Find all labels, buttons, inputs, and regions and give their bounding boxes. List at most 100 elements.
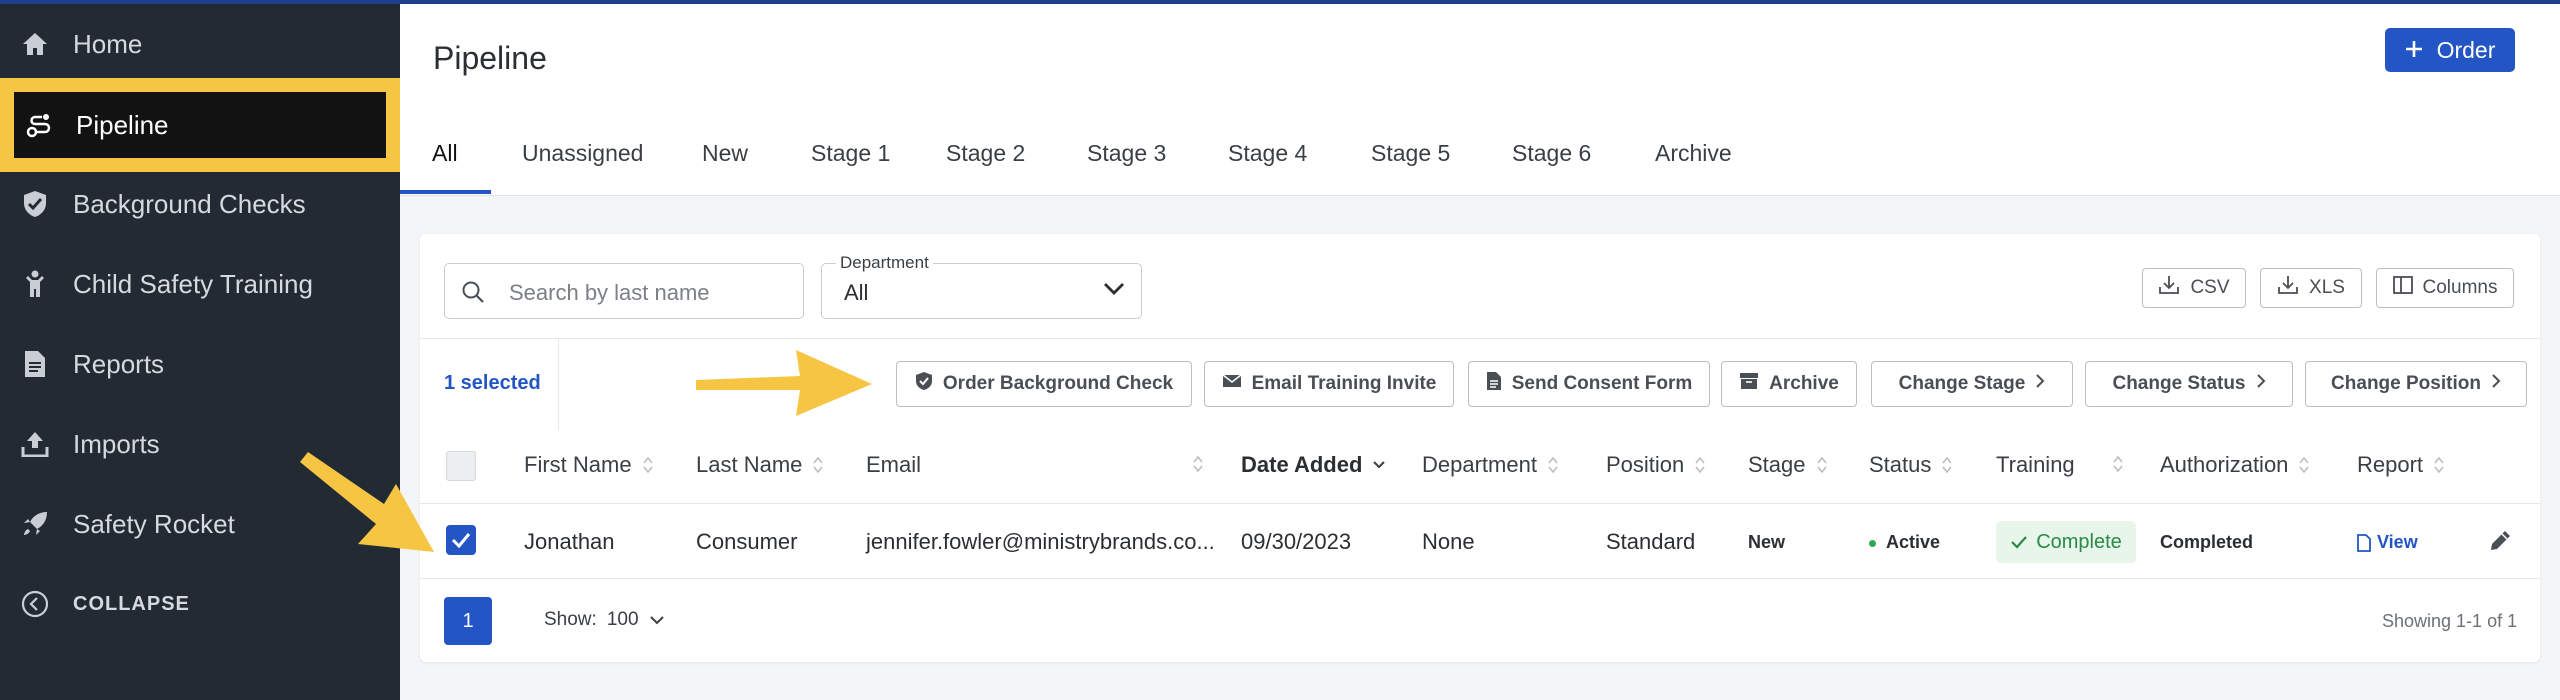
department-select[interactable]: Department All <box>821 253 1142 319</box>
archive-button[interactable]: Archive <box>1721 361 1857 407</box>
status-dot-icon <box>1869 539 1876 547</box>
tab-stage-3[interactable]: Stage 3 <box>1087 140 1166 167</box>
sidebar-item-label: Safety Rocket <box>73 509 235 539</box>
pagination-page-1[interactable]: 1 <box>444 597 492 645</box>
document-icon <box>20 350 50 378</box>
sort-icon <box>1548 456 1558 474</box>
toolbar-divider <box>420 338 2540 339</box>
tab-stage-4[interactable]: Stage 4 <box>1228 140 1307 167</box>
sort-icon <box>642 456 653 474</box>
shield-check-icon <box>20 190 50 218</box>
sort-icon <box>1942 456 1952 474</box>
search-input[interactable]: Search by last name <box>444 263 804 319</box>
sidebar-item-label: Background Checks <box>73 189 306 219</box>
sort-icon <box>2434 456 2444 474</box>
edit-icon[interactable] <box>2487 528 2513 559</box>
tab-stage-6[interactable]: Stage 6 <box>1512 140 1591 167</box>
selected-divider <box>558 338 559 430</box>
sidebar-item-label: Child Safety Training <box>73 269 313 299</box>
highlight-arrow-diagonal-icon <box>300 452 434 552</box>
email-training-invite-button[interactable]: Email Training Invite <box>1204 361 1454 407</box>
select-all-checkbox[interactable] <box>446 451 476 481</box>
column-header-stage[interactable]: Stage <box>1748 452 1828 478</box>
sort-descending-icon <box>1373 461 1386 469</box>
sort-icon <box>2299 456 2310 474</box>
home-icon <box>20 30 50 58</box>
tab-archive[interactable]: Archive <box>1655 140 1732 167</box>
sidebar-item-home[interactable]: Home <box>0 12 400 76</box>
change-position-button[interactable]: Change Position <box>2305 361 2527 407</box>
sidebar-collapse[interactable]: COLLAPSE <box>0 572 400 636</box>
pipeline-icon <box>24 111 54 139</box>
page-header <box>400 4 2560 196</box>
column-header-last-name[interactable]: Last Name <box>696 452 824 478</box>
top-accent-line <box>0 0 2560 4</box>
sidebar-item-background-checks[interactable]: Background Checks <box>0 172 400 236</box>
cell-first-name: Jonathan <box>524 529 615 554</box>
sidebar-item-label: Home <box>73 29 143 59</box>
shield-check-icon <box>915 371 933 397</box>
chevron-right-icon <box>2491 373 2501 395</box>
sidebar-item-reports[interactable]: Reports <box>0 332 400 396</box>
sidebar-item-label: Imports <box>73 429 160 459</box>
department-value: All <box>844 280 869 305</box>
change-status-button[interactable]: Change Status <box>2085 361 2293 407</box>
column-header-date-added[interactable]: Date Added <box>1241 452 1386 478</box>
rocket-icon <box>20 510 50 538</box>
chevron-right-icon <box>2035 373 2045 395</box>
document-icon <box>2357 533 2371 552</box>
send-consent-form-button[interactable]: Send Consent Form <box>1468 361 1710 407</box>
tab-stage-1[interactable]: Stage 1 <box>811 140 890 167</box>
tab-stage-2[interactable]: Stage 2 <box>946 140 1025 167</box>
tab-unassigned[interactable]: Unassigned <box>522 140 643 167</box>
page-size-select[interactable]: Show: 100 <box>544 609 665 631</box>
cell-stage: New <box>1748 532 1786 552</box>
cell-department: None <box>1422 529 1475 554</box>
column-header-report[interactable]: Report <box>2357 452 2445 478</box>
tab-all[interactable]: All <box>432 140 458 167</box>
column-header-training[interactable]: Training <box>1996 452 2075 478</box>
page-title: Pipeline <box>433 40 547 76</box>
column-header-first-name[interactable]: First Name <box>524 452 654 478</box>
sidebar-item-pipeline[interactable]: Pipeline <box>0 78 400 172</box>
selected-count: 1 selected <box>444 372 541 394</box>
change-stage-button[interactable]: Change Stage <box>1871 361 2073 407</box>
order-background-check-button[interactable]: Order Background Check <box>896 361 1192 407</box>
columns-button[interactable]: Columns <box>2376 268 2514 308</box>
chevron-left-circle-icon <box>20 590 50 618</box>
sort-icon <box>2113 455 2123 473</box>
sidebar-item-label: Reports <box>73 349 165 379</box>
chevron-right-icon <box>2256 373 2266 395</box>
child-icon <box>20 270 50 298</box>
chevron-down-icon <box>1103 282 1125 301</box>
row-checkbox[interactable] <box>446 525 476 555</box>
search-placeholder: Search by last name <box>509 280 710 305</box>
archive-box-icon <box>1739 372 1759 396</box>
cell-date-added: 09/30/2023 <box>1241 529 1352 554</box>
tab-stage-5[interactable]: Stage 5 <box>1371 140 1450 167</box>
sort-icon <box>1695 456 1705 474</box>
training-status-badge: Complete <box>1996 521 2136 563</box>
cell-email: jennifer.fowler@ministrybrands.co... <box>866 529 1215 554</box>
sort-icon <box>1193 455 1203 473</box>
highlight-arrow-right-icon <box>696 350 872 416</box>
sort-icon <box>813 456 824 474</box>
column-header-position[interactable]: Position <box>1606 452 1706 478</box>
cell-position: Standard <box>1606 529 1696 554</box>
download-icon <box>2158 275 2180 301</box>
column-header-department[interactable]: Department <box>1422 452 1559 478</box>
columns-icon <box>2392 276 2413 300</box>
order-button[interactable]: Order <box>2385 28 2515 72</box>
csv-export-button[interactable]: CSV <box>2142 268 2246 308</box>
column-header-authorization[interactable]: Authorization <box>2160 452 2310 478</box>
envelope-icon <box>1222 373 1242 395</box>
table-row-divider <box>420 578 2540 579</box>
view-report-link[interactable]: View <box>2357 532 2418 553</box>
column-header-status[interactable]: Status <box>1869 452 1953 478</box>
xls-export-button[interactable]: XLS <box>2260 268 2362 308</box>
tab-new[interactable]: New <box>702 140 748 167</box>
sidebar-item-child-safety-training[interactable]: Child Safety Training <box>0 252 400 316</box>
collapse-label: COLLAPSE <box>73 593 190 615</box>
cell-authorization: Completed <box>2160 532 2254 552</box>
column-header-email[interactable]: Email <box>866 452 921 478</box>
